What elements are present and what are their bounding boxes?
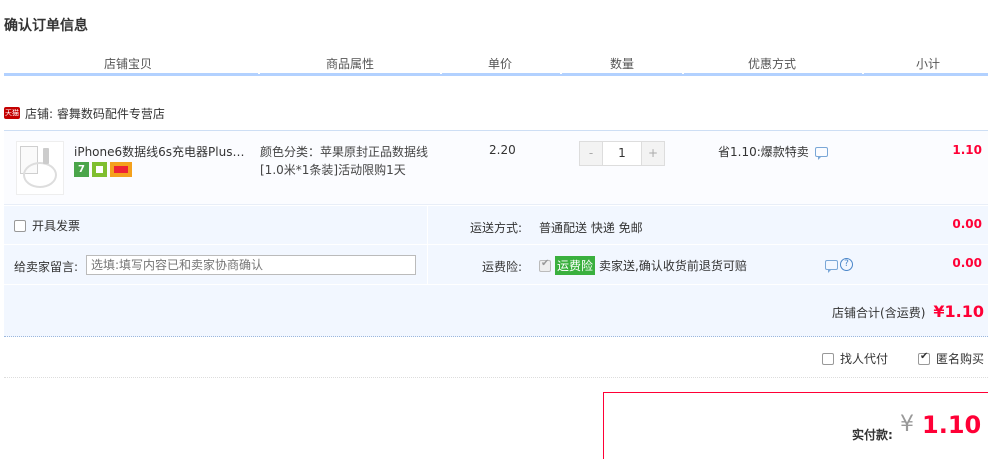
service-icons: 7	[74, 162, 132, 177]
currency-symbol: ¥	[900, 412, 914, 437]
payment-summary: 实付款: ¥ 1.10	[603, 392, 988, 459]
product-thumbnail[interactable]	[16, 141, 64, 195]
insurance-option: 运费险 卖家送,确认收货前退货可赔	[539, 256, 747, 275]
page-title: 确认订单信息	[4, 18, 88, 34]
anonymous-option[interactable]: 匿名购买	[917, 350, 984, 367]
invoice-checkbox[interactable]	[14, 219, 26, 232]
shop-total-amount: ¥1.10	[933, 302, 984, 321]
anonymous-checkbox[interactable]	[917, 351, 930, 365]
seller-message-label: 给卖家留言:	[14, 260, 79, 274]
decrease-button[interactable]: -	[580, 142, 602, 165]
discount-info: 省1.10:爆款特卖	[718, 143, 828, 160]
header-separator	[258, 71, 260, 74]
header-separator	[440, 71, 442, 74]
shop-total: 店铺合计(含运费) ¥1.10	[832, 302, 984, 321]
payment-label: 实付款:	[852, 428, 893, 442]
credit-card-icon[interactable]	[110, 162, 132, 177]
order-item-row: iPhone6数据线6s充电器Plus手… 7 颜色分类：苹果原封正品数据线[1…	[4, 130, 988, 205]
warranty-icon[interactable]	[92, 162, 107, 177]
column-divider	[427, 206, 428, 284]
header-separator	[862, 71, 864, 74]
col-unit-price: 单价	[488, 57, 513, 71]
help-icon[interactable]: ?	[840, 258, 853, 271]
shipping-fee: 0.00	[952, 217, 982, 231]
shop-row: 天猫 店铺: 睿舞数码配件专营店	[4, 104, 165, 122]
insurance-label: 运费险:	[482, 260, 523, 274]
tmall-icon: 天猫	[4, 107, 20, 119]
discount-text: 省1.10:爆款特卖	[718, 145, 809, 159]
seller-message-input[interactable]	[86, 255, 416, 275]
anonymous-label: 匿名购买	[935, 352, 984, 366]
insurance-text: 卖家送,确认收货前退货可赔	[599, 259, 747, 273]
insurance-checkbox	[539, 258, 551, 272]
insurance-badge: 运费险	[555, 256, 596, 275]
plug-graphic	[43, 148, 49, 164]
row-divider	[4, 284, 988, 285]
payment-amount: 1.10	[922, 411, 982, 439]
col-discount: 优惠方式	[748, 57, 797, 71]
proxy-pay-checkbox[interactable]	[821, 352, 834, 365]
quantity-input[interactable]: 1	[602, 142, 642, 165]
extra-options: 找人代付 匿名购买	[821, 350, 984, 367]
proxy-pay-label: 找人代付	[839, 352, 888, 366]
col-quantity: 数量	[610, 57, 635, 71]
col-shop-items: 店铺宝贝	[104, 57, 153, 71]
shipping-label: 运送方式:	[470, 221, 523, 235]
quantity-stepper: - 1 +	[579, 141, 665, 166]
section-divider	[4, 377, 988, 378]
shop-total-label: 店铺合计(含运费)	[832, 306, 926, 320]
invoice-label: 开具发票	[32, 219, 81, 233]
col-subtotal: 小计	[916, 57, 941, 71]
unit-price: 2.20	[489, 143, 516, 157]
insurance-fee: 0.00	[952, 256, 982, 270]
product-attributes: 颜色分类：苹果原封正品数据线[1.0米*1条装]活动限购1天	[260, 145, 429, 177]
product-name-link[interactable]: iPhone6数据线6s充电器Plus手…	[74, 143, 254, 160]
proxy-pay-option[interactable]: 找人代付	[821, 350, 888, 367]
seven-day-return-icon[interactable]: 7	[74, 162, 89, 177]
shop-name-link[interactable]: 店铺: 睿舞数码配件专营店	[25, 105, 165, 122]
row-divider	[4, 244, 988, 245]
header-separator	[682, 71, 684, 74]
insurance-help: ?	[819, 258, 853, 273]
cable-graphic	[23, 162, 57, 188]
order-options-panel: 开具发票 运送方式: 普通配送 快递 免邮 0.00 给卖家留言: 运费险: 运…	[4, 206, 988, 337]
col-attributes: 商品属性	[326, 57, 375, 71]
comment-icon[interactable]	[825, 259, 838, 273]
column-header: 店铺宝贝 商品属性 单价 数量 优惠方式 小计	[4, 50, 988, 76]
increase-button[interactable]: +	[642, 142, 664, 165]
header-separator	[560, 71, 562, 74]
item-subtotal: 1.10	[952, 143, 982, 157]
shipping-method: 普通配送 快递 免邮	[539, 221, 643, 235]
comment-icon[interactable]	[814, 146, 828, 160]
invoice-option[interactable]: 开具发票	[14, 217, 80, 234]
